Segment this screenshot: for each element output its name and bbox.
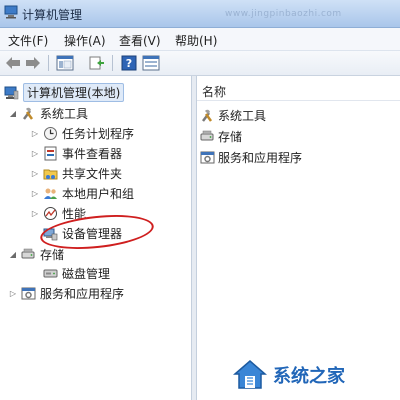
- tree-item-system-tools[interactable]: ◢ 系统工具: [8, 104, 88, 122]
- house-logo-icon: [232, 356, 268, 392]
- storage-icon: [200, 129, 215, 144]
- menu-help[interactable]: 帮助(H): [175, 32, 217, 49]
- help-icon[interactable]: ?: [120, 54, 138, 72]
- toolbar: ?: [0, 51, 400, 76]
- menu-action[interactable]: 操作(A): [64, 32, 106, 49]
- tree-label-services-apps: 服务和应用程序: [40, 286, 125, 301]
- details-pane: 名称 系统工具 存储 服务和应用程序: [197, 76, 400, 400]
- event-log-icon: [43, 146, 58, 161]
- tree-item-shared-folders[interactable]: ▷ 共享文件夹: [30, 164, 122, 182]
- clock-icon: [43, 126, 58, 141]
- back-arrow-icon[interactable]: [4, 54, 22, 72]
- tools-icon: [21, 106, 36, 121]
- computer-management-icon: [4, 85, 19, 100]
- toolbar-separator: [112, 55, 113, 71]
- list-item-label: 存储: [218, 129, 243, 144]
- list-item-label: 系统工具: [218, 108, 267, 123]
- disk-icon: [43, 266, 58, 281]
- shared-folder-icon: [43, 166, 58, 181]
- computer-management-icon: [4, 5, 18, 19]
- tree-item-local-users[interactable]: ▷ 本地用户和组: [30, 184, 134, 202]
- tree-item-task-scheduler[interactable]: ▷ 任务计划程序: [30, 124, 134, 142]
- tools-icon: [200, 108, 215, 123]
- list-item-system-tools[interactable]: 系统工具: [200, 106, 266, 124]
- window-title: 计算机管理: [22, 8, 83, 22]
- column-header-label: 名称: [202, 85, 227, 99]
- menu-bar: 文件(F) 操作(A) 查看(V) 帮助(H): [0, 28, 400, 51]
- storage-icon: [21, 247, 36, 262]
- show-hide-tree-icon[interactable]: [56, 54, 74, 72]
- collapsed-arrow-icon[interactable]: ▷: [30, 208, 40, 218]
- tree-label-shared-folders: 共享文件夹: [62, 166, 123, 181]
- collapsed-arrow-icon[interactable]: ▷: [30, 168, 40, 178]
- tree-item-disk-management[interactable]: 磁盘管理: [43, 264, 110, 282]
- toolbar-separator: [48, 55, 49, 71]
- menu-file[interactable]: 文件(F): [8, 32, 48, 49]
- collapsed-arrow-icon[interactable]: ▷: [30, 128, 40, 138]
- tree-label-task-scheduler: 任务计划程序: [62, 126, 135, 141]
- expanded-arrow-icon[interactable]: ◢: [8, 108, 18, 118]
- svg-text:?: ?: [126, 57, 132, 70]
- menu-view[interactable]: 查看(V): [119, 32, 161, 49]
- collapsed-arrow-icon[interactable]: ▷: [30, 188, 40, 198]
- collapsed-arrow-icon[interactable]: ▷: [8, 288, 18, 298]
- export-list-icon[interactable]: [88, 54, 106, 72]
- tree-pane: 计算机管理(本地) ◢ 系统工具 ▷ 任务计划程序 ▷ 事件查看器 ▷ 共享文件…: [0, 76, 191, 400]
- tree-item-root[interactable]: 计算机管理(本地): [4, 82, 125, 102]
- properties-icon[interactable]: [142, 54, 160, 72]
- tree-label-event-viewer: 事件查看器: [62, 146, 123, 161]
- performance-icon: [43, 206, 58, 221]
- watermark-url: www.jingpinbaozhi.com: [225, 9, 342, 19]
- tree-label-root: 计算机管理(本地): [23, 82, 125, 102]
- list-item-label: 服务和应用程序: [218, 150, 303, 165]
- tree-item-storage[interactable]: ◢ 存储: [8, 245, 64, 263]
- tree-label-local-users: 本地用户和组: [62, 186, 135, 201]
- users-icon: [43, 186, 58, 201]
- site-watermark: 系统之家: [232, 356, 395, 392]
- tree-label-system-tools: 系统工具: [40, 106, 89, 121]
- list-item-storage[interactable]: 存储: [200, 127, 242, 145]
- forward-arrow-icon[interactable]: [24, 54, 42, 72]
- column-header-name[interactable]: 名称: [197, 80, 400, 101]
- site-name: 系统之家: [273, 366, 345, 387]
- title-bar: 计算机管理 www.jingpinbaozhi.com: [0, 0, 400, 28]
- collapsed-arrow-icon[interactable]: ▷: [30, 148, 40, 158]
- list-item-services-apps[interactable]: 服务和应用程序: [200, 148, 302, 166]
- tree-item-event-viewer[interactable]: ▷ 事件查看器: [30, 144, 122, 162]
- expanded-arrow-icon[interactable]: ◢: [8, 249, 18, 259]
- tree-label-disk-management: 磁盘管理: [62, 266, 111, 281]
- services-icon: [21, 286, 36, 301]
- tree-item-services-apps[interactable]: ▷ 服务和应用程序: [8, 284, 124, 302]
- services-icon: [200, 150, 215, 165]
